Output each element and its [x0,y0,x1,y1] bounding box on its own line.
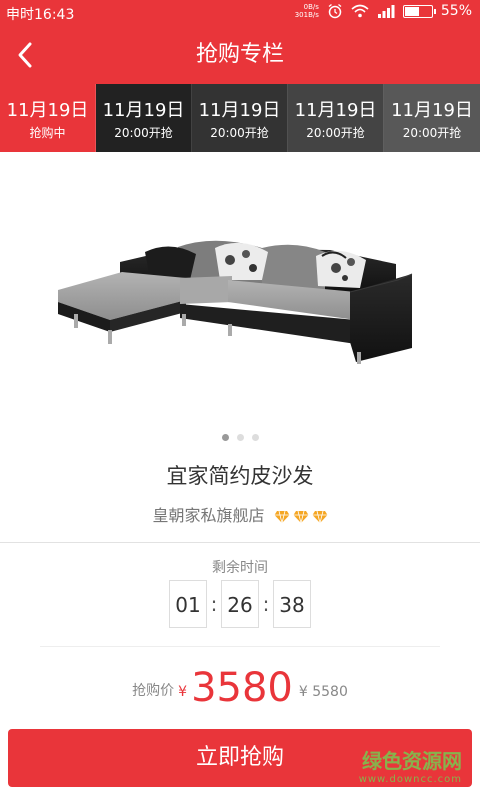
status-icons: 0B/s 301B/s 55% [295,3,472,19]
countdown-timer: 01 : 26 : 38 [0,580,480,628]
date-tab-status: 20:00开抢 [402,126,462,140]
carousel-dot[interactable] [221,434,229,441]
sale-price: 3580 [191,665,293,711]
countdown-label: 剩余时间 [212,560,268,576]
countdown-separator: : [210,592,218,616]
countdown-seconds: 38 [273,580,311,628]
diamond-icon [312,510,328,523]
divider [0,542,480,543]
date-tab-date: 11月19日 [391,100,473,121]
battery-icon [402,4,436,18]
diamond-icon [274,510,290,523]
countdown-hours: 01 [169,580,207,628]
signal-icon [377,5,395,18]
original-price: ¥ 5580 [298,684,348,700]
status-time: 申时16:43 [6,7,75,23]
carousel-dot[interactable] [236,434,244,441]
date-tab-date: 11月19日 [198,100,281,121]
product-image[interactable] [0,152,480,442]
date-tab[interactable]: 11月19日抢购中 [0,84,96,152]
date-tab[interactable]: 11月19日 20:00开抢 [96,84,192,152]
date-tab-status: 20:00开抢 [114,126,173,140]
date-tabs: 11月19日 抢购中 11月19日 20:00开抢 11月19日 20:00开抢 11月19… [0,84,480,152]
diamond-icon [293,510,309,523]
date-tab[interactable]: 11月19日 20:00开抢 [288,84,384,152]
carousel-dot[interactable] [251,434,259,441]
shop-info[interactable]: 皇朝家私旗舰店 [0,502,480,526]
date-tab-date: 11月19日 [6,100,89,121]
app-header: 抢购专栏 [0,26,480,84]
network-speed: 0B/s 301B/s [294,3,319,19]
status-bar: 申时16:43 0B/s 301B/s 55% [0,0,480,26]
date-tab-status: 抢购中 [29,126,66,140]
date-tab-date: 11月19日 [102,100,185,121]
date-tab[interactable]: 11月19日 20:00开抢 [192,84,288,152]
date-tab-date: 11月19日 [294,100,377,121]
date-tab[interactable]: 11月19日 20:00开抢 [384,84,480,152]
product-name: 宜家简约皮沙发 [166,464,314,488]
alarm-icon [328,3,342,19]
wifi-icon [351,4,369,18]
carousel-indicator [0,434,480,441]
divider [40,646,440,647]
date-tab-status: 20:00开抢 [306,126,365,140]
watermark: 绿色资源网 www.downcc.com [358,749,462,785]
shop-name: 皇朝家私旗舰店 [152,506,265,525]
price-label: 抢购价 [132,683,175,699]
date-tab-status: 20:00开抢 [210,126,269,140]
shop-rating [274,510,328,524]
page-title: 抢购专栏 [195,42,284,67]
currency-symbol: ¥ [178,684,188,700]
countdown-minutes: 26 [221,580,259,628]
battery-percent: 55% [440,3,472,19]
countdown-separator: : [262,592,270,616]
sofa-illustration [58,240,413,364]
price-row: 抢购价 ¥ 3580 ¥ 5580 [0,666,480,710]
